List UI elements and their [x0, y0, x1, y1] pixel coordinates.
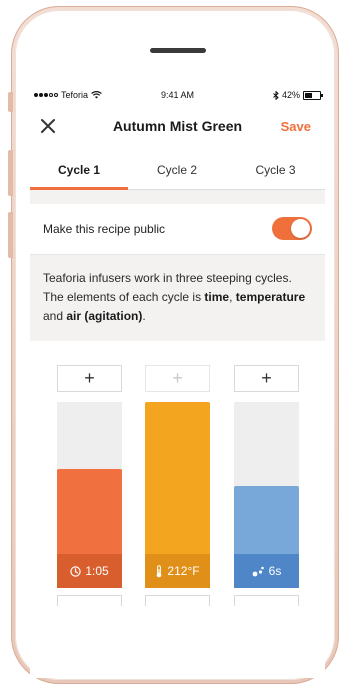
- speaker-grille: [150, 48, 206, 53]
- info-panel: Teaforia infusers work in three steeping…: [30, 255, 325, 341]
- info-text: Teaforia infusers work in three steeping…: [43, 269, 315, 326]
- info-end: .: [142, 309, 146, 323]
- time-value: 1:05: [85, 564, 109, 578]
- section-spacer: [30, 190, 325, 204]
- time-increase-button[interactable]: +: [57, 365, 122, 392]
- nav-header: Autumn Mist Green Save: [30, 106, 325, 146]
- air-decrease-button[interactable]: [234, 595, 299, 606]
- info-time: time: [204, 290, 230, 304]
- clock-icon: [70, 565, 82, 577]
- battery-icon: [303, 90, 323, 100]
- status-right: 42%: [273, 90, 323, 100]
- info-air: air (agitation): [66, 309, 143, 323]
- bubbles-icon: [252, 566, 264, 576]
- time-decrease-button[interactable]: [57, 595, 122, 606]
- info-temperature: temperature: [235, 290, 306, 304]
- mute-switch: [8, 92, 13, 112]
- tab-cycle-3[interactable]: Cycle 3: [226, 152, 325, 188]
- temperature-decrease-button[interactable]: [145, 595, 210, 606]
- air-increase-button[interactable]: +: [234, 365, 299, 392]
- temperature-badge: 212°F: [145, 554, 210, 588]
- air-value: 6s: [268, 564, 282, 578]
- app-screen: Teforia 9:41 AM 42% Autumn Mist Green Sa…: [30, 86, 325, 606]
- temperature-value: 212°F: [167, 564, 200, 578]
- info-sep-2: and: [43, 309, 67, 323]
- battery-percent: 42%: [281, 90, 300, 100]
- volume-down-button: [8, 212, 13, 258]
- volume-up-button: [8, 150, 13, 196]
- time-slider[interactable]: 1:05: [57, 402, 122, 588]
- air-badge: 6s: [234, 554, 299, 588]
- public-toggle[interactable]: [272, 217, 312, 240]
- bluetooth-icon: [273, 90, 279, 100]
- air-slider[interactable]: 6s: [234, 402, 299, 588]
- cycle-tabs: Cycle 1 Cycle 2 Cycle 3: [30, 152, 325, 190]
- info-sep-1: ,: [229, 290, 236, 304]
- public-setting-row: Make this recipe public: [30, 204, 325, 255]
- time-badge: 1:05: [57, 554, 122, 588]
- tab-cycle-1[interactable]: Cycle 1: [30, 152, 128, 190]
- toggle-knob: [291, 219, 310, 238]
- temperature-increase-button[interactable]: +: [145, 365, 210, 392]
- status-bar: Teforia 9:41 AM 42%: [30, 86, 325, 104]
- save-button[interactable]: Save: [281, 119, 311, 134]
- home-area: [30, 606, 325, 678]
- public-label: Make this recipe public: [43, 222, 166, 236]
- thermometer-icon: [157, 564, 162, 577]
- temperature-slider[interactable]: 212°F: [145, 402, 210, 588]
- tab-cycle-2[interactable]: Cycle 2: [128, 152, 226, 188]
